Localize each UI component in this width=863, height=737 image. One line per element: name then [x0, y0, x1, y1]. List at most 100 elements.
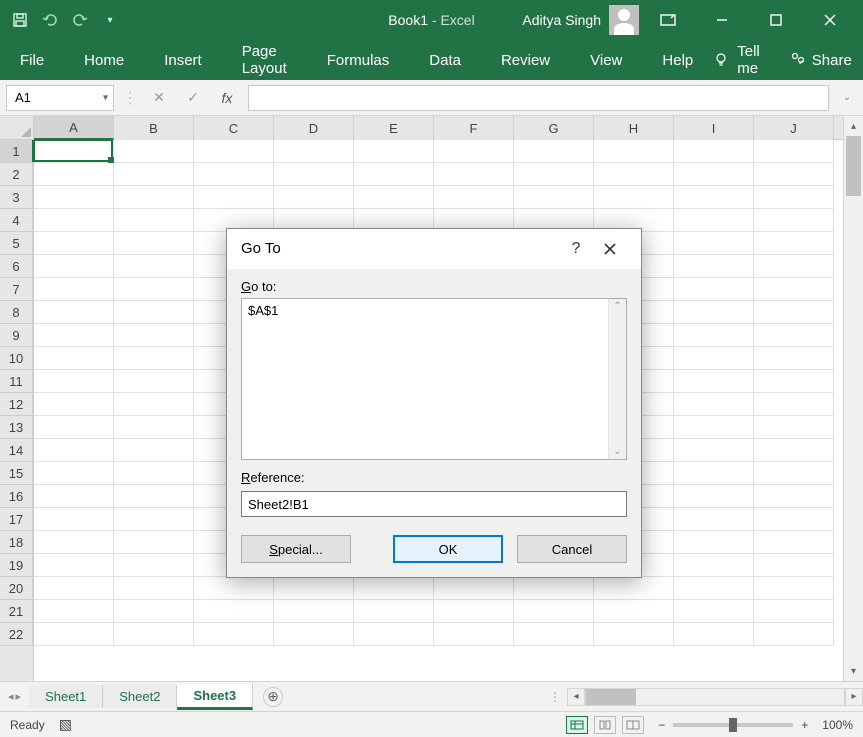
- cell[interactable]: [594, 140, 674, 163]
- scroll-up-icon[interactable]: ▴: [844, 116, 863, 136]
- cell[interactable]: [514, 140, 594, 163]
- cell[interactable]: [434, 163, 514, 186]
- cell[interactable]: [194, 623, 274, 646]
- cell[interactable]: [754, 301, 834, 324]
- cell[interactable]: [674, 531, 754, 554]
- cell[interactable]: [34, 416, 114, 439]
- zoom-slider[interactable]: − +: [658, 718, 808, 732]
- avatar-icon[interactable]: [609, 5, 639, 35]
- cell[interactable]: [274, 577, 354, 600]
- cell[interactable]: [514, 600, 594, 623]
- cell[interactable]: [114, 485, 194, 508]
- row-header-5[interactable]: 5: [0, 232, 33, 255]
- cell[interactable]: [754, 416, 834, 439]
- cancel-button[interactable]: Cancel: [517, 535, 627, 563]
- cell[interactable]: [674, 623, 754, 646]
- share-button[interactable]: Share: [780, 50, 862, 70]
- cell[interactable]: [754, 577, 834, 600]
- cell[interactable]: [674, 485, 754, 508]
- vertical-scrollbar[interactable]: ▴ ▾: [843, 116, 863, 681]
- cell[interactable]: [34, 554, 114, 577]
- col-header-I[interactable]: I: [674, 116, 754, 140]
- col-header-D[interactable]: D: [274, 116, 354, 140]
- cell[interactable]: [194, 140, 274, 163]
- cell[interactable]: [674, 209, 754, 232]
- cell[interactable]: [754, 163, 834, 186]
- cell[interactable]: [34, 209, 114, 232]
- cell[interactable]: [354, 140, 434, 163]
- cell[interactable]: [674, 324, 754, 347]
- zoom-level[interactable]: 100%: [822, 718, 853, 732]
- cell[interactable]: [434, 186, 514, 209]
- tab-file[interactable]: File: [0, 40, 64, 80]
- cell[interactable]: [114, 301, 194, 324]
- cell[interactable]: [274, 163, 354, 186]
- tell-me[interactable]: Tell me: [733, 43, 776, 77]
- fx-button[interactable]: fx: [214, 85, 240, 111]
- cell[interactable]: [674, 393, 754, 416]
- list-item[interactable]: $A$1: [248, 303, 620, 318]
- cell[interactable]: [754, 485, 834, 508]
- col-header-G[interactable]: G: [514, 116, 594, 140]
- row-header-18[interactable]: 18: [0, 531, 33, 554]
- goto-list[interactable]: $A$1 ⌃⌄: [241, 298, 627, 460]
- dialog-titlebar[interactable]: Go To ?: [227, 229, 641, 269]
- cell[interactable]: [354, 623, 434, 646]
- col-header-C[interactable]: C: [194, 116, 274, 140]
- cell[interactable]: [514, 186, 594, 209]
- cell[interactable]: [754, 232, 834, 255]
- cell[interactable]: [354, 186, 434, 209]
- cell[interactable]: [754, 600, 834, 623]
- cell[interactable]: [434, 577, 514, 600]
- cell[interactable]: [674, 370, 754, 393]
- cell[interactable]: [514, 623, 594, 646]
- cell[interactable]: [114, 577, 194, 600]
- cell[interactable]: [114, 370, 194, 393]
- cell[interactable]: [674, 140, 754, 163]
- cell[interactable]: [754, 278, 834, 301]
- tab-data[interactable]: Data: [409, 40, 481, 80]
- row-header-9[interactable]: 9: [0, 324, 33, 347]
- cell[interactable]: [34, 393, 114, 416]
- cell[interactable]: [194, 600, 274, 623]
- col-header-F[interactable]: F: [434, 116, 514, 140]
- scroll-right-icon[interactable]: ▸: [845, 688, 863, 706]
- row-header-1[interactable]: 1: [0, 140, 33, 163]
- formula-input[interactable]: [248, 85, 829, 111]
- row-header-2[interactable]: 2: [0, 163, 33, 186]
- cell[interactable]: [514, 163, 594, 186]
- tab-help[interactable]: Help: [642, 40, 713, 80]
- sheet-tab-1[interactable]: Sheet1: [29, 685, 103, 708]
- ribbon-display-options-button[interactable]: [643, 0, 693, 40]
- row-header-15[interactable]: 15: [0, 462, 33, 485]
- cell[interactable]: [114, 140, 194, 163]
- tab-review[interactable]: Review: [481, 40, 570, 80]
- tab-page-layout[interactable]: Page Layout: [222, 40, 307, 80]
- cell[interactable]: [114, 232, 194, 255]
- cell[interactable]: [194, 186, 274, 209]
- cell[interactable]: [114, 163, 194, 186]
- save-icon[interactable]: [8, 8, 32, 32]
- col-header-E[interactable]: E: [354, 116, 434, 140]
- cell[interactable]: [274, 600, 354, 623]
- view-page-break-button[interactable]: [622, 716, 644, 734]
- cell[interactable]: [754, 531, 834, 554]
- list-scrollbar[interactable]: ⌃⌄: [608, 299, 626, 459]
- cell[interactable]: [114, 393, 194, 416]
- cell[interactable]: [34, 140, 114, 163]
- cell[interactable]: [34, 485, 114, 508]
- cell[interactable]: [434, 623, 514, 646]
- horizontal-scrollbar[interactable]: ⋮ ◂ ▸: [543, 688, 863, 706]
- cell[interactable]: [674, 577, 754, 600]
- cell[interactable]: [114, 508, 194, 531]
- cell[interactable]: [674, 508, 754, 531]
- macro-record-icon[interactable]: ▧: [59, 716, 72, 733]
- cell[interactable]: [594, 623, 674, 646]
- zoom-in-button[interactable]: +: [801, 718, 808, 732]
- view-page-layout-button[interactable]: [594, 716, 616, 734]
- undo-icon[interactable]: [38, 8, 62, 32]
- cell[interactable]: [114, 255, 194, 278]
- cell[interactable]: [34, 462, 114, 485]
- name-box[interactable]: [6, 85, 114, 111]
- sheet-nav[interactable]: ◂▸: [0, 690, 29, 703]
